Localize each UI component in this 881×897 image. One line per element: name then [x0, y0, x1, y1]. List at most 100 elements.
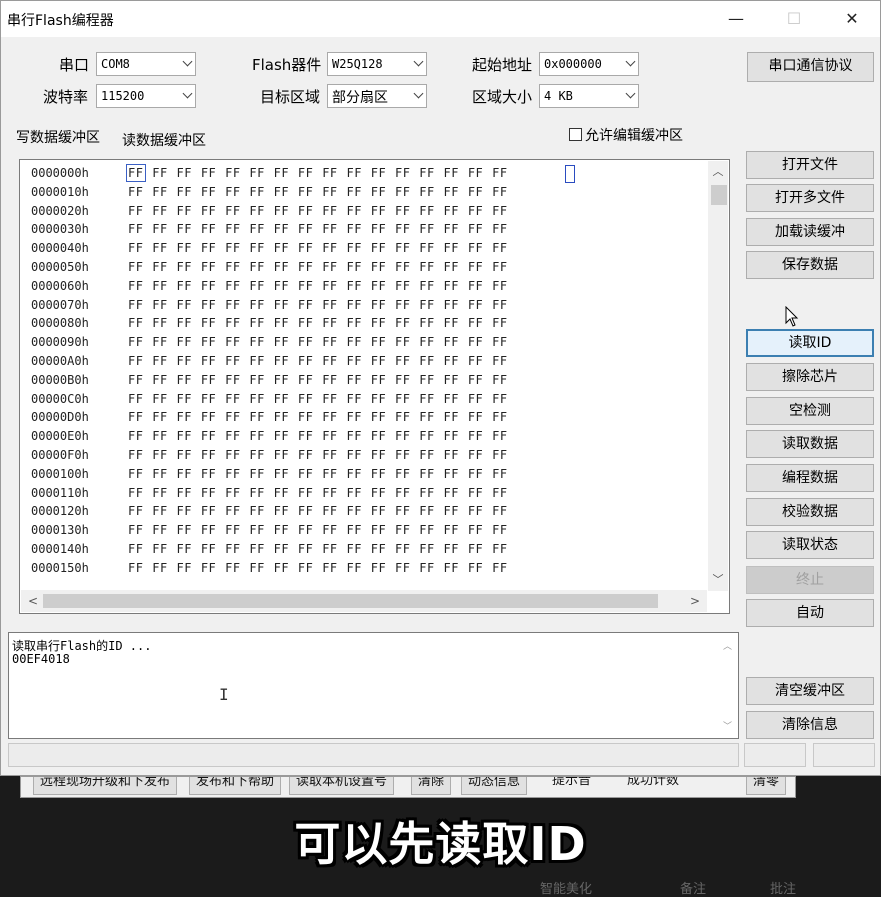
hex-bytes[interactable]: FF FF FF FF FF FF FF FF FF FF FF FF FF F… — [128, 486, 508, 500]
hex-bytes[interactable]: FF FF FF FF FF FF FF FF FF FF FF FF FF F… — [128, 392, 508, 406]
tab-write-buffer[interactable]: 写数据缓冲区 — [16, 127, 100, 147]
hex-bytes[interactable]: FF FF FF FF FF FF FF FF FF FF FF FF FF F… — [128, 373, 508, 387]
hex-bytes[interactable]: FF FF FF FF FF FF FF FF FF FF FF FF FF F… — [128, 222, 508, 236]
serial-protocol-button[interactable]: 串口通信协议 — [747, 52, 874, 82]
port-select[interactable]: COM8 — [96, 52, 196, 76]
bottom-item-3: 批注 — [770, 882, 797, 897]
start-addr-select[interactable]: 0x000000 — [539, 52, 639, 76]
hex-bytes[interactable]: FF FF FF FF FF FF FF FF FF FF FF FF FF F… — [128, 448, 508, 462]
clear-info-button[interactable]: 清除信息 — [746, 711, 874, 739]
scroll-up-icon[interactable]: ︿ — [708, 163, 728, 181]
hex-address: 00000D0h — [31, 410, 89, 425]
close-button[interactable]: ✕ — [832, 1, 872, 37]
port-value: COM8 — [101, 57, 130, 71]
port-label: 串口 — [59, 56, 90, 74]
byte-cursor — [126, 164, 146, 182]
chevron-down-icon — [182, 56, 193, 67]
minimize-button[interactable]: — — [716, 1, 756, 37]
hex-bytes[interactable]: FF FF FF FF FF FF FF FF FF FF FF FF FF F… — [128, 561, 508, 575]
scroll-down-icon[interactable]: ﹀ — [708, 571, 728, 589]
read-status-button[interactable]: 读取状态 — [746, 531, 874, 559]
hex-bytes[interactable]: FF FF FF FF FF FF FF FF FF FF FF FF FF F… — [128, 335, 508, 349]
hex-bytes[interactable]: FF FF FF FF FF FF FF FF FF FF FF FF FF F… — [128, 410, 508, 424]
size-value: 4 KB — [544, 89, 573, 103]
baud-select[interactable]: 115200 — [96, 84, 196, 108]
maximize-button[interactable]: ☐ — [774, 1, 814, 37]
baud-value: 115200 — [101, 89, 145, 103]
info-scroll-down-icon[interactable]: ﹀ — [723, 719, 732, 732]
info-log-panel[interactable]: 读取串行Flash的ID ... 00EF4018 ︿ ﹀ I — [8, 632, 739, 739]
chevron-down-icon — [413, 88, 424, 99]
title-bar: 串行Flash编程器 — ☐ ✕ — [1, 1, 880, 37]
hex-address: 0000120h — [31, 504, 89, 519]
hex-address: 00000A0h — [31, 354, 89, 368]
hex-bytes[interactable]: FF FF FF FF FF FF FF FF FF FF FF FF FF F… — [128, 204, 508, 218]
hex-bytes[interactable]: FF FF FF FF FF FF FF FF FF FF FF FF FF F… — [128, 298, 508, 312]
save-data-button[interactable]: 保存数据 — [746, 251, 874, 279]
mouse-pointer-icon — [785, 306, 799, 327]
device-select[interactable]: W25Q128 — [327, 52, 427, 76]
hex-bytes[interactable]: FF FF FF FF FF FF FF FF FF FF FF FF FF F… — [128, 504, 508, 518]
chevron-down-icon — [182, 88, 193, 99]
hex-bytes[interactable]: FF FF FF FF FF FF FF FF FF FF FF FF FF F… — [128, 185, 508, 199]
load-read-buffer-button[interactable]: 加载读缓冲 — [746, 218, 874, 246]
info-scroll-up-icon[interactable]: ︿ — [723, 639, 732, 652]
hex-address: 0000140h — [31, 542, 89, 556]
hex-address: 0000070h — [31, 297, 89, 312]
hex-bytes[interactable]: FF FF FF FF FF FF FF FF FF FF FF FF FF F… — [128, 260, 508, 274]
chevron-down-icon — [625, 88, 636, 99]
blank-check-button[interactable]: 空检测 — [746, 397, 874, 425]
hex-bytes[interactable]: FF FF FF FF FF FF FF FF FF FF FF FF FF F… — [128, 316, 508, 330]
status-pane-2 — [813, 743, 875, 767]
scroll-left-icon[interactable]: < — [23, 590, 43, 612]
behind-button-2: 发布和下帮助 — [189, 777, 282, 795]
open-file-button[interactable]: 打开文件 — [746, 151, 874, 179]
scroll-thumb[interactable] — [711, 185, 727, 205]
hex-bytes[interactable]: FF FF FF FF FF FF FF FF FF FF FF FF FF F… — [128, 542, 508, 556]
stop-button[interactable]: 终止 — [746, 566, 874, 594]
tab-read-buffer[interactable]: 读数据缓冲区 — [122, 130, 206, 150]
text-caret — [565, 165, 575, 183]
device-value: W25Q128 — [332, 57, 383, 71]
hex-bytes[interactable]: FF FF FF FF FF FF FF FF FF FF FF FF FF F… — [128, 279, 508, 293]
hex-bytes[interactable]: FF FF FF FF FF FF FF FF FF FF FF FF FF F… — [128, 354, 508, 368]
auto-button[interactable]: 自动 — [746, 599, 874, 627]
allow-edit-label: 允许编辑缓冲区 — [585, 128, 683, 144]
chevron-down-icon — [625, 56, 636, 67]
behind-button-4: 清除 — [411, 777, 452, 795]
horizontal-scrollbar[interactable]: < > — [21, 590, 707, 612]
background-toolbar: 远程现场升级和下发布 发布和下帮助 读取本机设置号 清除 动态信息 提示音 成功… — [20, 776, 796, 798]
erase-chip-button[interactable]: 擦除芯片 — [746, 363, 874, 391]
hex-address: 0000040h — [31, 241, 89, 256]
text-cursor-icon: I — [219, 685, 229, 704]
hex-bytes[interactable]: FF FF FF FF FF FF FF FF FF FF FF FF FF F… — [128, 467, 508, 481]
read-id-button[interactable]: 读取ID — [746, 329, 874, 357]
scroll-right-icon[interactable]: > — [685, 590, 705, 612]
hex-address: 0000050h — [31, 260, 89, 274]
hex-address: 0000130h — [31, 523, 89, 538]
hex-address: 00000C0h — [31, 391, 89, 406]
behind-checkbox: 提示音 — [552, 776, 592, 788]
verify-data-button[interactable]: 校验数据 — [746, 498, 874, 526]
start-addr-value: 0x000000 — [544, 57, 602, 71]
read-data-button[interactable]: 读取数据 — [746, 430, 874, 458]
size-label: 区域大小 — [472, 88, 533, 106]
program-data-button[interactable]: 编程数据 — [746, 464, 874, 492]
hex-bytes[interactable]: FF FF FF FF FF FF FF FF FF FF FF FF FF F… — [128, 241, 508, 255]
hex-address: 0000110h — [31, 485, 89, 500]
hscroll-thumb[interactable] — [43, 594, 658, 608]
target-select[interactable]: 部分扇区 — [327, 84, 427, 108]
open-multi-file-button[interactable]: 打开多文件 — [746, 184, 874, 212]
hex-bytes[interactable]: FF FF FF FF FF FF FF FF FF FF FF FF FF F… — [128, 523, 508, 537]
allow-edit-checkbox[interactable]: 允许编辑缓冲区 — [569, 125, 683, 145]
start-addr-label: 起始地址 — [472, 56, 533, 74]
window-title: 串行Flash编程器 — [7, 13, 114, 29]
hex-bytes[interactable]: FF FF FF FF FF FF FF FF FF FF FF FF FF F… — [128, 166, 508, 180]
hex-buffer-panel[interactable]: 0000000h FF FF FF FF FF FF FF FF FF FF FF… — [19, 159, 730, 614]
hex-bytes[interactable]: FF FF FF FF FF FF FF FF FF FF FF FF FF F… — [128, 429, 508, 443]
clear-buffer-button[interactable]: 清空缓冲区 — [746, 677, 874, 705]
hex-address: 0000080h — [31, 316, 89, 331]
size-select[interactable]: 4 KB — [539, 84, 639, 108]
vertical-scrollbar[interactable]: ︿ ﹀ — [708, 161, 728, 591]
bottom-item-2: 备注 — [680, 882, 707, 897]
